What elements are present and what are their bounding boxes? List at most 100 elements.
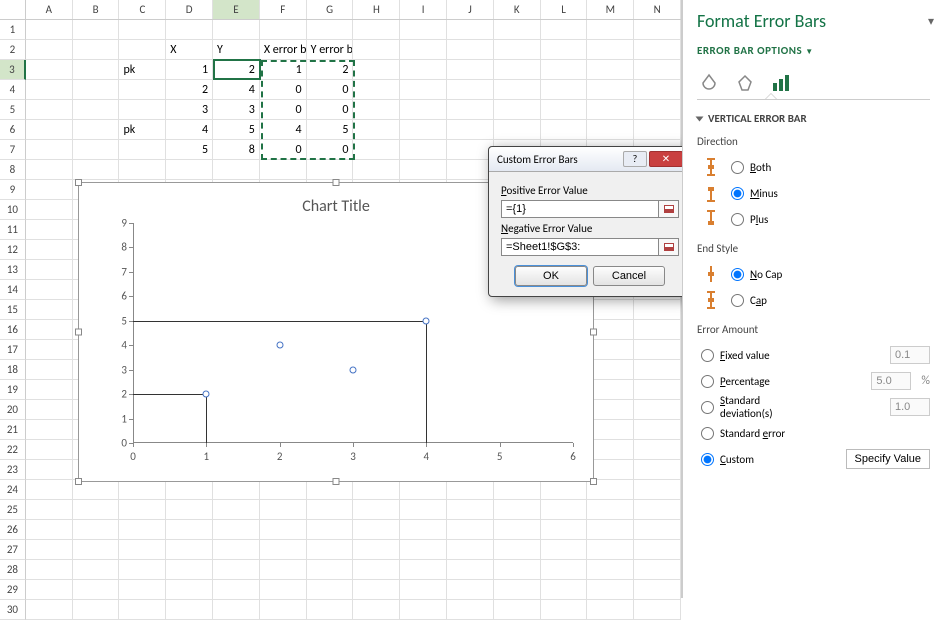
cell-I8[interactable] — [400, 160, 447, 180]
row-header-20[interactable]: 20 — [0, 400, 26, 420]
cell-A17[interactable] — [26, 340, 73, 360]
pane-options-dropdown[interactable]: ▾ — [928, 14, 934, 29]
cell-N28[interactable] — [634, 560, 681, 580]
cell-G3[interactable]: 2 — [307, 60, 354, 80]
cell-H7[interactable] — [353, 140, 400, 160]
row-header-21[interactable]: 21 — [0, 420, 26, 440]
cell-N5[interactable] — [634, 100, 681, 120]
cell-H6[interactable] — [353, 120, 400, 140]
chart-resize-handle[interactable] — [75, 329, 82, 336]
cell-B6[interactable] — [73, 120, 120, 140]
cell-A30[interactable] — [26, 600, 73, 620]
cell-E2[interactable]: Y — [213, 40, 260, 60]
cell-N21[interactable] — [634, 420, 681, 440]
cell-A29[interactable] — [26, 580, 73, 600]
cell-C29[interactable] — [119, 580, 166, 600]
cell-M4[interactable] — [587, 80, 634, 100]
cell-E8[interactable] — [213, 160, 260, 180]
column-header-N[interactable]: N — [634, 0, 681, 19]
cell-E3[interactable]: 2 — [213, 60, 260, 80]
cell-N3[interactable] — [634, 60, 681, 80]
cell-J3[interactable] — [447, 60, 494, 80]
cell-I26[interactable] — [400, 520, 447, 540]
cell-A1[interactable] — [26, 20, 73, 40]
cell-L3[interactable] — [541, 60, 588, 80]
cell-E25[interactable] — [213, 500, 260, 520]
cell-F27[interactable] — [260, 540, 307, 560]
cell-C26[interactable] — [119, 520, 166, 540]
cell-B27[interactable] — [73, 540, 120, 560]
cell-G27[interactable] — [307, 540, 354, 560]
cell-C8[interactable] — [119, 160, 166, 180]
cell-I3[interactable] — [400, 60, 447, 80]
cell-N4[interactable] — [634, 80, 681, 100]
cell-D1[interactable] — [166, 20, 213, 40]
column-header-G[interactable]: G — [307, 0, 354, 19]
cell-G7[interactable]: 0 — [307, 140, 354, 160]
cell-H26[interactable] — [353, 520, 400, 540]
cell-C27[interactable] — [119, 540, 166, 560]
cell-L29[interactable] — [541, 580, 588, 600]
cell-J4[interactable] — [447, 80, 494, 100]
cell-C4[interactable] — [119, 80, 166, 100]
row-header-3[interactable]: 3 — [0, 60, 26, 80]
row-header-4[interactable]: 4 — [0, 80, 26, 100]
percentage-input[interactable] — [871, 372, 911, 390]
y-error-bar[interactable] — [206, 394, 207, 443]
amount-fixed-radio[interactable]: Fixed value — [701, 349, 880, 362]
cell-C28[interactable] — [119, 560, 166, 580]
cell-H3[interactable] — [353, 60, 400, 80]
cell-N22[interactable] — [634, 440, 681, 460]
cell-B4[interactable] — [73, 80, 120, 100]
row-header-14[interactable]: 14 — [0, 280, 26, 300]
cell-K24[interactable] — [494, 480, 541, 500]
cell-M27[interactable] — [587, 540, 634, 560]
cell-N15[interactable] — [634, 300, 681, 320]
cell-L4[interactable] — [541, 80, 588, 100]
cell-J26[interactable] — [447, 520, 494, 540]
specify-value-button[interactable]: Specify Value — [846, 449, 930, 469]
chart-resize-handle[interactable] — [590, 478, 597, 485]
cell-J5[interactable] — [447, 100, 494, 120]
cell-B2[interactable] — [73, 40, 120, 60]
cell-E28[interactable] — [213, 560, 260, 580]
cell-E7[interactable]: 8 — [213, 140, 260, 160]
cell-F1[interactable] — [260, 20, 307, 40]
error-bar-options-tab-icon[interactable] — [769, 71, 793, 95]
cell-A11[interactable] — [26, 220, 73, 240]
cell-A19[interactable] — [26, 380, 73, 400]
cell-H4[interactable] — [353, 80, 400, 100]
column-header-K[interactable]: K — [494, 0, 541, 19]
cell-F24[interactable] — [260, 480, 307, 500]
cell-H27[interactable] — [353, 540, 400, 560]
stddev-input[interactable] — [890, 398, 930, 416]
cell-M3[interactable] — [587, 60, 634, 80]
row-header-19[interactable]: 19 — [0, 380, 26, 400]
cell-N18[interactable] — [634, 360, 681, 380]
cell-H1[interactable] — [353, 20, 400, 40]
cell-D26[interactable] — [166, 520, 213, 540]
row-header-24[interactable]: 24 — [0, 480, 26, 500]
cell-I25[interactable] — [400, 500, 447, 520]
row-header-22[interactable]: 22 — [0, 440, 26, 460]
x-error-bar[interactable] — [133, 321, 426, 322]
cell-M5[interactable] — [587, 100, 634, 120]
cell-A20[interactable] — [26, 400, 73, 420]
fill-line-tab-icon[interactable] — [697, 71, 721, 95]
row-header-8[interactable]: 8 — [0, 160, 26, 180]
cell-A24[interactable] — [26, 480, 73, 500]
cell-M18[interactable] — [587, 360, 634, 380]
row-header-1[interactable]: 1 — [0, 20, 26, 40]
cell-C1[interactable] — [119, 20, 166, 40]
cell-F7[interactable]: 0 — [260, 140, 307, 160]
cell-L25[interactable] — [541, 500, 588, 520]
cell-N6[interactable] — [634, 120, 681, 140]
row-header-5[interactable]: 5 — [0, 100, 26, 120]
negative-error-input[interactable] — [501, 238, 659, 256]
cell-A18[interactable] — [26, 360, 73, 380]
cell-N26[interactable] — [634, 520, 681, 540]
column-header-C[interactable]: C — [119, 0, 166, 19]
cell-C25[interactable] — [119, 500, 166, 520]
cell-G1[interactable] — [307, 20, 354, 40]
cell-H25[interactable] — [353, 500, 400, 520]
